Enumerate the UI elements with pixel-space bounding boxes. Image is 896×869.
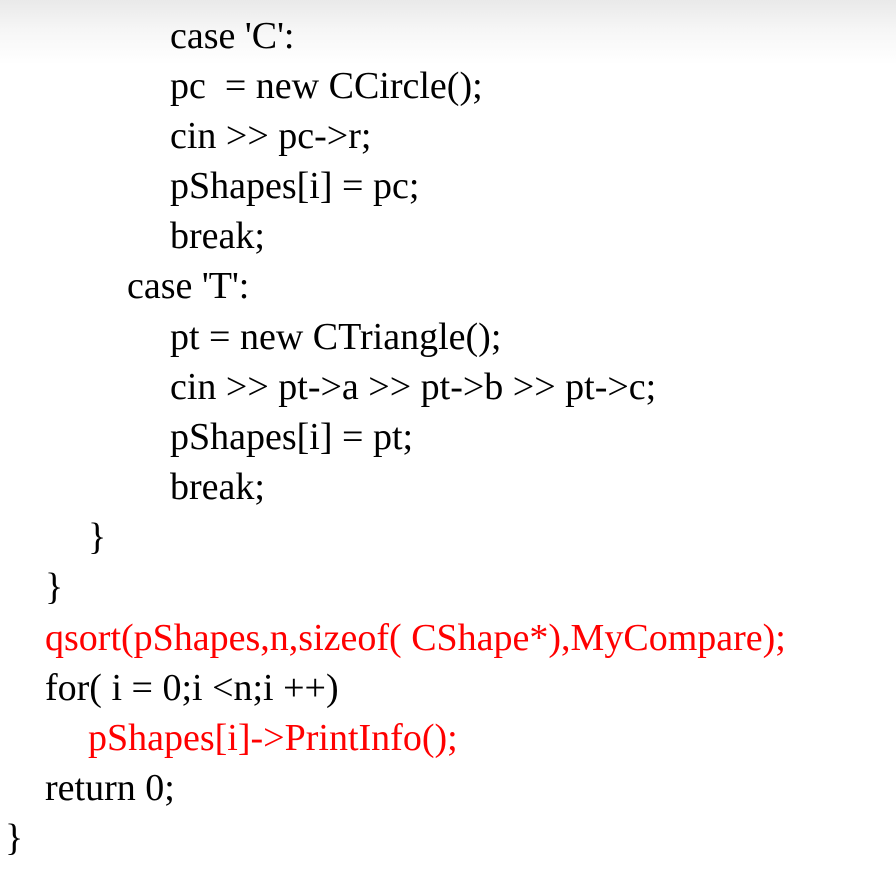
code-line-highlight: qsort(pShapes,n,sizeof( CShape*),MyCompa…: [45, 617, 786, 659]
closing-brace: }: [5, 817, 24, 859]
code-line-highlight: pShapes[i]->PrintInfo();: [88, 717, 458, 759]
closing-brace: }: [45, 566, 64, 608]
code-line: cin >> pt->a >> pt->b >> pt->c;: [170, 366, 657, 408]
code-line: cin >> pc->r;: [170, 115, 372, 157]
code-line: for( i = 0;i <n;i ++): [45, 667, 339, 709]
code-line: pShapes[i] = pc;: [170, 165, 420, 207]
code-line: break;: [170, 215, 265, 257]
code-slide: case 'C': pc = new CCircle(); cin >> pc-…: [0, 0, 896, 869]
code-line: pShapes[i] = pt;: [170, 416, 414, 458]
code-line: case 'C':: [170, 15, 295, 57]
code-line: pt = new CTriangle();: [170, 316, 502, 358]
code-line: case 'T':: [127, 265, 250, 307]
closing-brace: }: [88, 516, 107, 558]
code-line: break;: [170, 466, 265, 508]
code-line: return 0;: [45, 767, 175, 809]
code-line: pc = new CCircle();: [170, 65, 483, 107]
